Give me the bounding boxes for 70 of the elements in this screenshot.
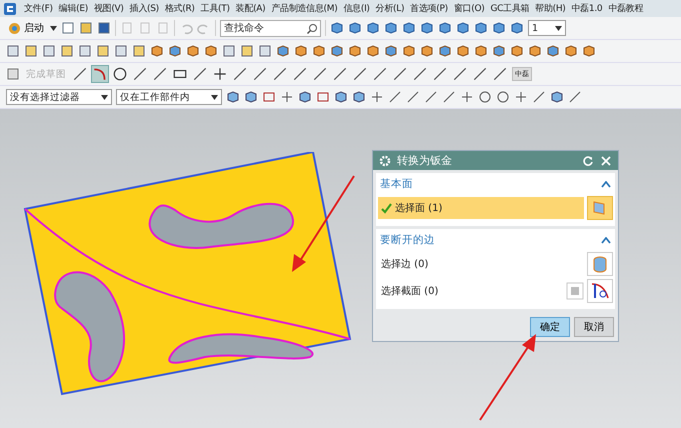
line-icon[interactable] [72, 66, 88, 82]
line-icon[interactable] [192, 66, 208, 82]
menu-item[interactable]: 帮助(H) [532, 2, 569, 15]
curve-icon [590, 281, 610, 301]
circle-icon[interactable] [478, 90, 492, 104]
dialog-title: 转换为钣金 [397, 153, 453, 168]
menu-item[interactable]: 视图(V) [90, 2, 127, 15]
section-title[interactable]: 基本面 [380, 177, 413, 191]
line-icon[interactable] [442, 90, 456, 104]
menu-item[interactable]: 插入(S) [126, 2, 162, 15]
ok-button[interactable]: 确定 [530, 317, 570, 337]
search-icon[interactable] [306, 22, 318, 34]
line-icon[interactable] [432, 66, 448, 82]
check-icon [381, 202, 392, 214]
cancel-button[interactable]: 取消 [574, 317, 614, 337]
line-icon[interactable] [424, 90, 438, 104]
menu-item[interactable]: GC工具箱 [487, 2, 532, 15]
caret-icon [555, 26, 562, 30]
menu-item[interactable]: 文件(F) [21, 2, 56, 15]
reset-icon[interactable] [582, 154, 594, 166]
line-icon[interactable] [312, 66, 328, 82]
close-icon[interactable] [600, 154, 612, 166]
chevron-icon[interactable] [601, 180, 611, 188]
start-button[interactable]: 启动 [6, 20, 46, 36]
caret-icon [101, 94, 108, 100]
line-icon[interactable] [388, 90, 402, 104]
caret-icon [211, 94, 218, 100]
line-icon[interactable] [406, 90, 420, 104]
selection-filter-dropdown[interactable]: 没有选择过滤器 [6, 89, 112, 105]
plus-icon[interactable] [370, 90, 384, 104]
layer-dropdown[interactable]: 1 [528, 20, 566, 36]
menu-item[interactable]: 装配(A) [232, 2, 268, 15]
selection-row[interactable]: 选择截面 (0) [378, 280, 563, 302]
arc-icon[interactable] [92, 66, 108, 82]
selection-row[interactable]: 选择边 (0) [378, 253, 584, 275]
caret-icon[interactable] [50, 26, 57, 30]
line-icon[interactable] [392, 66, 408, 82]
line-icon[interactable] [412, 66, 428, 82]
selection-row[interactable]: 选择面 (1) [378, 197, 584, 219]
menu-item[interactable]: 分析(L) [372, 2, 408, 15]
square-icon[interactable] [6, 44, 20, 58]
plus-icon[interactable] [460, 90, 474, 104]
menu-item[interactable]: 窗口(O) [450, 2, 488, 15]
section-curve-button[interactable] [587, 279, 613, 303]
section-title[interactable]: 要断开的边 [380, 233, 435, 247]
command-search-field[interactable]: 查找命令 [220, 20, 321, 36]
line-icon[interactable] [352, 66, 368, 82]
sketch-icon[interactable] [6, 67, 20, 81]
document-icon[interactable] [61, 21, 75, 35]
menu-item[interactable]: 产品制造信息(M) [268, 2, 340, 15]
chevron-icon[interactable] [601, 236, 611, 244]
line-icon[interactable] [332, 66, 348, 82]
line-icon[interactable] [372, 66, 388, 82]
scope-filter-dropdown[interactable]: 仅在工作部件内 [116, 89, 222, 105]
settings-icon[interactable] [379, 154, 391, 166]
menu-item[interactable]: 格式(R) [162, 2, 198, 15]
menu-item[interactable]: 编辑(E) [56, 2, 91, 15]
menu-item[interactable]: 中磊1.0 [568, 2, 606, 15]
menu-item[interactable]: 中磊教程 [605, 2, 646, 15]
app-logo-icon[interactable] [3, 2, 17, 16]
plus-icon[interactable] [514, 90, 528, 104]
plus-icon[interactable] [280, 90, 294, 104]
menu-item[interactable]: 工具(T) [198, 2, 233, 15]
circle-icon[interactable] [496, 90, 510, 104]
line-icon[interactable] [532, 90, 546, 104]
start-icon [8, 22, 21, 34]
plus-icon[interactable] [212, 66, 228, 82]
menu-item[interactable]: 首选项(P) [407, 2, 451, 15]
menu-item[interactable]: 信息(I) [340, 2, 373, 15]
circle-icon[interactable] [112, 66, 128, 82]
